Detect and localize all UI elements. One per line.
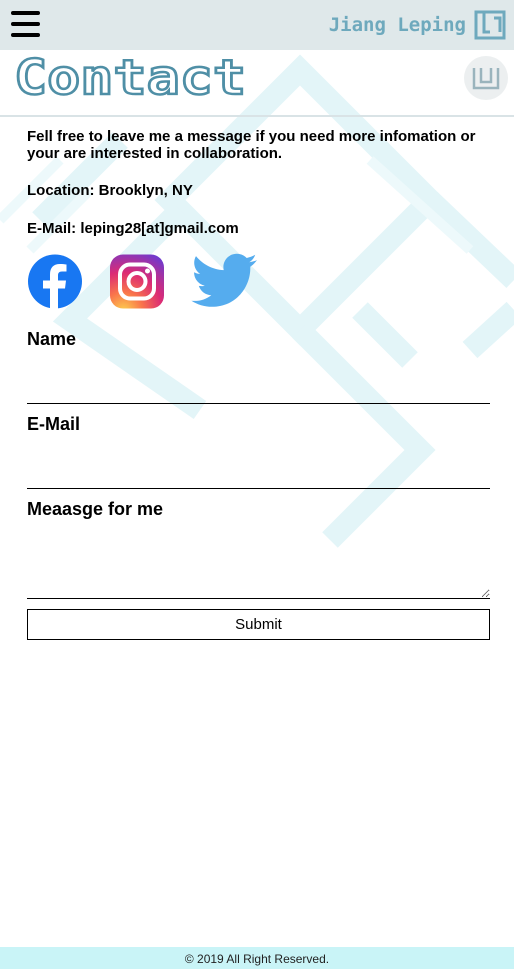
facebook-icon[interactable] (27, 253, 83, 310)
message-label: Meaasge for me (27, 499, 164, 519)
page-header: Contact (0, 50, 514, 117)
footer: © 2019 All Right Reserved. (0, 947, 514, 969)
svg-text:Contact: Contact (14, 56, 246, 102)
name-field-group: Name (27, 328, 490, 404)
email-text: E-Mail: leping28[at]gmail.com (27, 220, 239, 237)
brand-name: Jiang Leping (328, 14, 466, 36)
intro-text: Fell free to leave me a message if you n… (27, 128, 476, 162)
copyright-text: © 2019 All Right Reserved. (184, 952, 330, 966)
page-title: Contact (14, 56, 247, 102)
instagram-icon[interactable] (109, 253, 165, 310)
email-label: E-Mail (27, 414, 81, 434)
avatar[interactable] (464, 56, 508, 100)
top-bar: Jiang Leping (0, 0, 514, 50)
email-input[interactable] (27, 455, 490, 489)
logo-mark-icon (472, 68, 500, 90)
name-input[interactable] (27, 370, 490, 404)
social-links (27, 253, 257, 310)
name-label: Name (27, 329, 77, 349)
email-field-group: E-Mail (27, 413, 490, 489)
location-text: Location: Brooklyn, NY (27, 182, 193, 199)
message-textarea[interactable] (27, 541, 490, 599)
hamburger-menu-icon[interactable] (11, 11, 40, 37)
brand[interactable]: Jiang Leping (329, 10, 506, 40)
twitter-icon[interactable] (191, 253, 257, 310)
submit-button[interactable]: Submit (27, 609, 490, 640)
message-field-group: Meaasge for me (27, 498, 490, 599)
contact-info: Fell free to leave me a message if you n… (27, 128, 490, 237)
brand-logo-icon (474, 10, 506, 40)
